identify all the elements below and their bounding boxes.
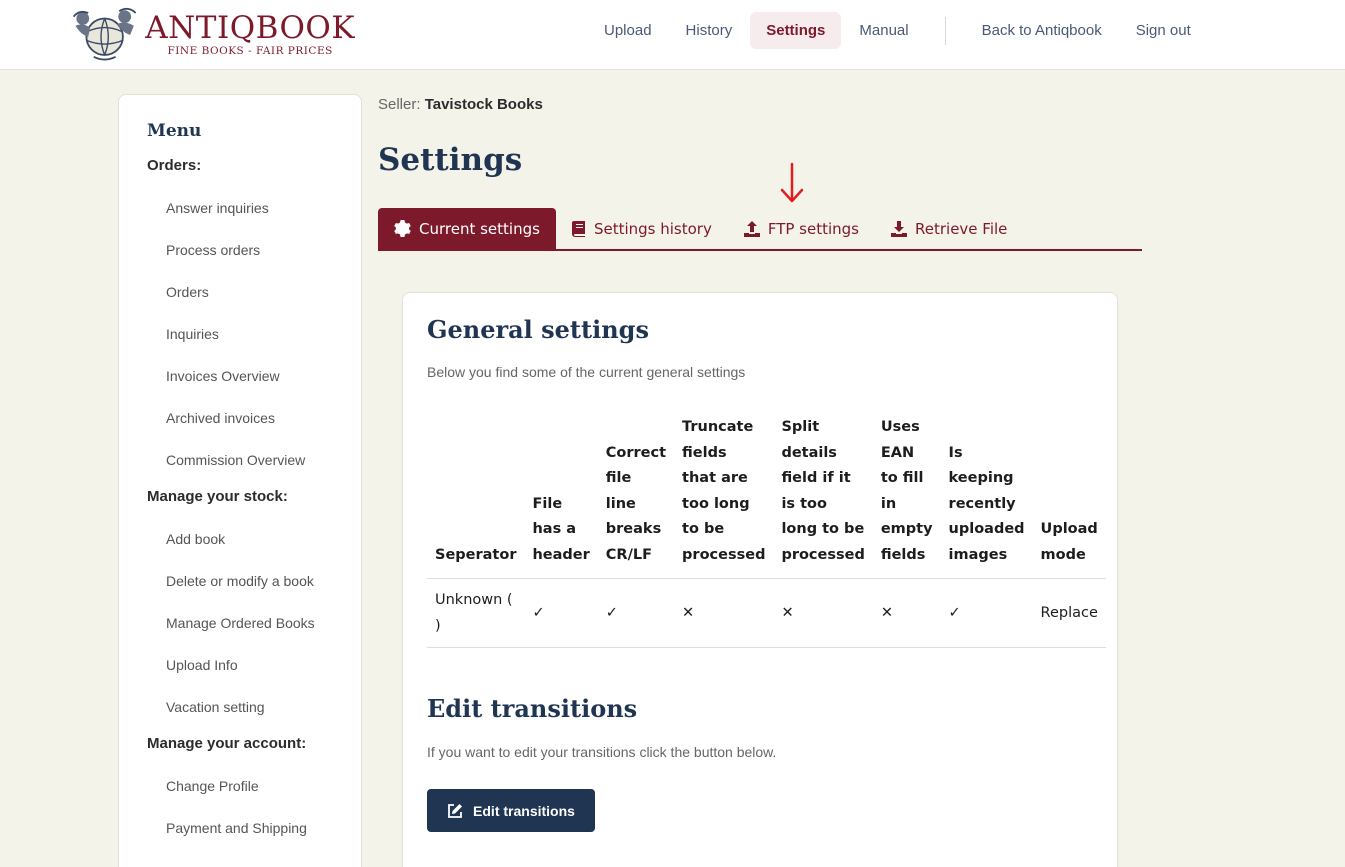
seller-name: Tavistock Books (424, 96, 543, 113)
settings-card: General settings Below you find some of … (402, 292, 1118, 867)
check-icon: ✓ (524, 578, 598, 648)
cross-icon: ✕ (674, 578, 774, 648)
group-manage-account: Manage your account: Change Profile Paym… (147, 735, 361, 860)
upload-icon (743, 220, 760, 237)
logo-name: ANTIQBOOK (145, 10, 355, 46)
tab-current-settings-label: Current settings (419, 219, 540, 238)
sidebar-menu: Menu Orders: Answer inquiries Process or… (118, 94, 362, 867)
col-separator: Seperator (427, 415, 525, 579)
sidebar-item-commission-overview[interactable]: Commission Overview (147, 450, 361, 488)
antiqbook-logo[interactable]: ANTIQBOOK FINE BOOKS - FAIR PRICES (70, 0, 355, 68)
nav-divider (944, 16, 946, 45)
group-orders: Orders: Answer inquiries Process orders … (147, 157, 361, 488)
main-nav: Upload History Settings Manual Back to A… (588, 12, 1209, 49)
sidebar-item-change-profile[interactable]: Change Profile (147, 776, 361, 818)
nav-back-to-antiqbook[interactable]: Back to Antiqbook (966, 12, 1118, 49)
gear-icon (394, 220, 411, 237)
nav-settings[interactable]: Settings (750, 12, 842, 49)
tab-ftp-settings-label: FTP settings (767, 219, 859, 238)
cross-icon: ✕ (872, 578, 941, 648)
edit-transitions-label: Edit transitions (473, 802, 575, 819)
col-keep-images: Is keeping recently uploaded images (940, 415, 1033, 579)
tab-ftp-settings[interactable]: FTP settings (728, 208, 875, 249)
sidebar-item-delete-modify-book[interactable]: Delete or modify a book (147, 571, 361, 613)
sidebar-item-add-book[interactable]: Add book (147, 529, 361, 571)
col-split-details: Split details field if it is too long to… (773, 415, 873, 579)
tab-settings-history[interactable]: Settings history (556, 208, 728, 249)
download-icon (891, 220, 907, 237)
check-icon: ✓ (940, 578, 1033, 648)
seller-info: Seller: Tavistock Books (378, 96, 543, 113)
edit-icon (448, 803, 463, 818)
group-title-manage-account: Manage your account: (147, 735, 307, 752)
col-upload-mode: Upload mode (1032, 415, 1106, 579)
menu-title: Menu (147, 121, 202, 141)
sidebar-item-orders[interactable]: Orders (147, 282, 361, 324)
col-uses-ean: Uses EAN to fill in empty fields (872, 415, 941, 579)
general-settings-title: General settings (427, 315, 649, 344)
annotation-arrow-icon (780, 162, 804, 203)
tab-retrieve-file[interactable]: Retrieve File (875, 208, 1023, 249)
cherubs-globe-logo-icon (72, 7, 137, 61)
logo-tagline: FINE BOOKS - FAIR PRICES (167, 45, 333, 57)
check-icon: ✓ (597, 578, 675, 648)
nav-manual[interactable]: Manual (843, 12, 924, 49)
settings-tabs: Current settings Settings history FTP se… (378, 208, 1142, 251)
tab-current-settings[interactable]: Current settings (378, 208, 556, 249)
sidebar-item-payment-shipping[interactable]: Payment and Shipping (147, 818, 361, 860)
cell-separator: Unknown ( ) (427, 578, 525, 648)
sidebar-item-process-orders[interactable]: Process orders (147, 240, 361, 282)
group-title-orders: Orders: (147, 157, 202, 174)
col-crlf: Correct file line breaks CR/LF (597, 415, 675, 579)
col-file-header: File has a header (524, 415, 598, 579)
nav-history[interactable]: History (670, 12, 749, 49)
general-settings-table: Seperator File has a header Correct file… (427, 415, 1106, 648)
nav-sign-out[interactable]: Sign out (1120, 12, 1207, 49)
table-row: Unknown ( ) ✓ ✓ ✕ ✕ ✕ ✓ Replace (427, 578, 1106, 648)
group-title-manage-stock: Manage your stock: (147, 488, 288, 505)
col-truncate: Truncate fields that are too long to be … (674, 415, 774, 579)
sidebar-item-vacation-setting[interactable]: Vacation setting (147, 697, 361, 735)
sidebar-item-answer-inquiries[interactable]: Answer inquiries (147, 198, 361, 240)
general-settings-description: Below you find some of the current gener… (427, 364, 746, 380)
edit-transitions-title: Edit transitions (427, 694, 638, 723)
edit-transitions-description: If you want to edit your transitions cli… (427, 744, 777, 760)
sidebar-item-manage-ordered-books[interactable]: Manage Ordered Books (147, 613, 361, 655)
group-manage-stock: Manage your stock: Add book Delete or mo… (147, 488, 361, 735)
edit-transitions-button[interactable]: Edit transitions (427, 789, 595, 832)
table-header-row: Seperator File has a header Correct file… (427, 415, 1106, 579)
nav-upload[interactable]: Upload (588, 12, 668, 49)
logo-wordmark: ANTIQBOOK FINE BOOKS - FAIR PRICES (145, 11, 355, 57)
page-title: Settings (378, 142, 523, 178)
top-bar: ANTIQBOOK FINE BOOKS - FAIR PRICES Uploa… (0, 0, 1345, 70)
sidebar-item-upload-info[interactable]: Upload Info (147, 655, 361, 697)
sidebar-item-archived-invoices[interactable]: Archived invoices (147, 408, 361, 450)
cross-icon: ✕ (773, 578, 873, 648)
tab-settings-history-label: Settings history (593, 219, 712, 238)
sidebar-item-inquiries[interactable]: Inquiries (147, 324, 361, 366)
book-icon (571, 220, 585, 237)
sidebar-item-invoices-overview[interactable]: Invoices Overview (147, 366, 361, 408)
tab-retrieve-file-label: Retrieve File (915, 219, 1008, 238)
cell-upload-mode: Replace (1032, 578, 1106, 648)
seller-label: Seller: (378, 96, 421, 113)
